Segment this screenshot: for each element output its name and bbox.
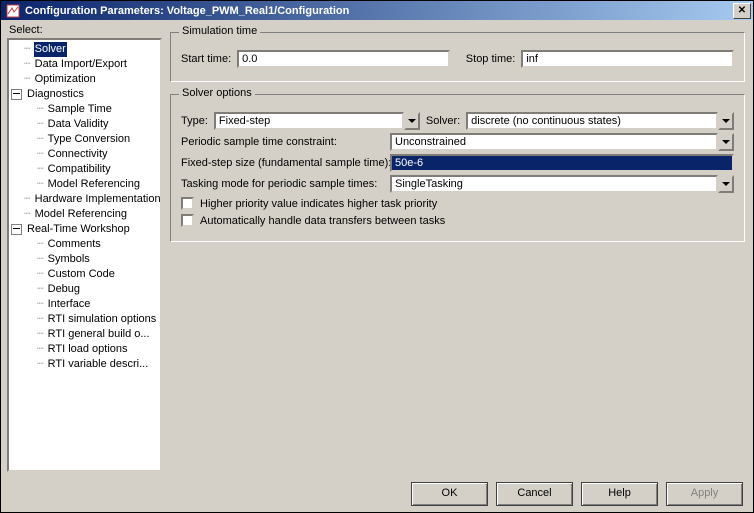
periodic-select[interactable]: Unconstrained [390,133,734,151]
config-tree[interactable]: ┈Solver ┈Data Import/Export ┈Optimizatio… [7,38,162,472]
collapse-icon[interactable] [11,224,22,235]
chevron-down-icon[interactable] [718,175,734,193]
type-label: Type: [181,115,208,127]
close-button[interactable]: ✕ [733,3,751,19]
step-size-input[interactable] [390,154,734,172]
tree-item[interactable]: ┈Model Referencing [11,207,158,222]
tasking-select[interactable]: SingleTasking [390,175,734,193]
content-pane: Simulation time Start time: Stop time: S… [168,24,747,472]
start-time-label: Start time: [181,53,231,65]
tree-item[interactable]: ┈RTI variable descri... [11,357,158,372]
help-button[interactable]: Help [581,482,658,506]
chevron-down-icon[interactable] [718,133,734,151]
group-legend: Simulation time [179,25,260,37]
tree-item[interactable]: ┈Custom Code [11,267,158,282]
checkbox-icon [181,214,194,227]
sidebar: Select: ┈Solver ┈Data Import/Export ┈Opt… [7,24,162,472]
solver-select[interactable]: discrete (no continuous states) [466,112,734,130]
chevron-down-icon[interactable] [718,112,734,130]
tree-item-solver[interactable]: ┈Solver [11,42,158,57]
tree-item[interactable]: ┈Data Import/Export [11,57,158,72]
cancel-button[interactable]: Cancel [496,482,573,506]
titlebar[interactable]: Configuration Parameters: Voltage_PWM_Re… [1,1,753,20]
checkbox-label: Higher priority value indicates higher t… [200,198,437,210]
step-size-label: Fixed-step size (fundamental sample time… [181,157,384,169]
stop-time-label: Stop time: [466,53,516,65]
sidebar-label: Select: [7,24,162,38]
checkbox-icon [181,197,194,210]
chevron-down-icon[interactable] [404,112,420,130]
collapse-icon[interactable] [11,89,22,100]
type-select[interactable]: Fixed-step [214,112,420,130]
solver-label: Solver: [426,115,460,127]
simulink-icon [6,4,20,18]
tree-item[interactable]: ┈Debug [11,282,158,297]
tree-item[interactable]: ┈RTI load options [11,342,158,357]
close-icon: ✕ [738,6,746,16]
tasking-label: Tasking mode for periodic sample times: [181,178,384,190]
tree-item[interactable]: ┈Connectivity [11,147,158,162]
tree-item[interactable]: ┈Type Conversion [11,132,158,147]
checkbox-label: Automatically handle data transfers betw… [200,215,445,227]
stop-time-input[interactable] [521,50,734,68]
apply-button[interactable]: Apply [666,482,743,506]
tree-item[interactable]: ┈Compatibility [11,162,158,177]
tree-item[interactable]: ┈Sample Time [11,102,158,117]
tree-item[interactable]: ┈Interface [11,297,158,312]
tree-item[interactable]: ┈RTI simulation options [11,312,158,327]
tree-item[interactable]: ┈Model Referencing [11,177,158,192]
tree-item-diagnostics[interactable]: Diagnostics [11,87,158,102]
window-title: Configuration Parameters: Voltage_PWM_Re… [23,5,733,17]
solver-options-group: Solver options Type: Fixed-step Solver: … [170,94,745,242]
config-dialog: Configuration Parameters: Voltage_PWM_Re… [0,0,754,513]
tree-item[interactable]: ┈Comments [11,237,158,252]
group-legend: Solver options [179,87,255,99]
ok-button[interactable]: OK [411,482,488,506]
higher-priority-checkbox[interactable]: Higher priority value indicates higher t… [181,197,734,210]
periodic-label: Periodic sample time constraint: [181,136,384,148]
tree-item[interactable]: ┈Hardware Implementation [11,192,158,207]
auto-data-transfer-checkbox[interactable]: Automatically handle data transfers betw… [181,214,734,227]
tree-item-rtw[interactable]: Real-Time Workshop [11,222,158,237]
tree-item[interactable]: ┈Data Validity [11,117,158,132]
tree-item[interactable]: ┈Symbols [11,252,158,267]
start-time-input[interactable] [237,50,450,68]
tree-item[interactable]: ┈Optimization [11,72,158,87]
button-bar: OK Cancel Help Apply [1,476,753,512]
tree-item[interactable]: ┈RTI general build o... [11,327,158,342]
simulation-time-group: Simulation time Start time: Stop time: [170,32,745,82]
